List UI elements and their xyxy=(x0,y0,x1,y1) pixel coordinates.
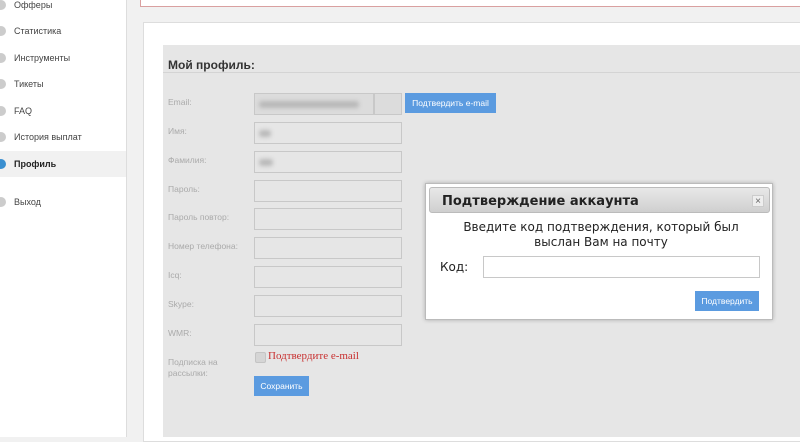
tools-icon xyxy=(0,53,6,63)
ticket-icon xyxy=(0,79,6,89)
page-title: Мой профиль: xyxy=(168,58,255,72)
confirm-email-note: Подтвердите e-mail xyxy=(268,350,359,362)
password-label: Пароль: xyxy=(168,184,200,194)
email-field[interactable] xyxy=(254,93,374,115)
subscription-label: Подписка на рассылки: xyxy=(168,357,218,378)
sidebar-item-label: FAQ xyxy=(14,106,33,116)
first-name-field[interactable] xyxy=(254,122,402,144)
sidebar-item-offers[interactable]: Офферы xyxy=(0,0,126,18)
modal-title: Подтверждение аккаунта xyxy=(442,194,639,209)
sidebar-item-logout[interactable]: Выход xyxy=(0,189,126,215)
offers-icon xyxy=(0,0,6,10)
wmr-field[interactable] xyxy=(254,324,402,346)
sidebar-item-label: Профиль xyxy=(14,159,57,169)
icq-label: Icq: xyxy=(168,270,182,280)
faq-icon xyxy=(0,106,6,116)
wmr-label: WMR: xyxy=(168,328,192,338)
sidebar-item-label: Офферы xyxy=(14,0,53,10)
confirm-button[interactable]: Подтвердить xyxy=(695,291,759,311)
confirm-account-modal: Подтверждение аккаунта × Введите код под… xyxy=(425,183,773,320)
logout-icon xyxy=(0,197,6,207)
password-field[interactable] xyxy=(254,180,402,202)
divider xyxy=(163,72,800,73)
confirm-email-button[interactable]: Подтвердить e-mail xyxy=(405,93,496,113)
password-repeat-label: Пароль повтор: xyxy=(168,212,230,222)
email-label: Email: xyxy=(168,97,192,107)
blurred-value xyxy=(259,101,359,108)
last-name-field[interactable] xyxy=(254,151,402,173)
history-icon xyxy=(0,132,6,142)
subscription-checkbox[interactable] xyxy=(255,352,266,363)
close-icon[interactable]: × xyxy=(752,195,764,207)
alert-box xyxy=(140,0,800,7)
password-repeat-field[interactable] xyxy=(254,208,402,230)
phone-label: Номер телефона: xyxy=(168,241,238,251)
skype-field[interactable] xyxy=(254,295,402,317)
sidebar-item-faq[interactable]: FAQ xyxy=(0,98,126,124)
sidebar-item-profile[interactable]: Профиль xyxy=(0,151,126,177)
last-name-label: Фамилия: xyxy=(168,155,207,165)
modal-header: Подтверждение аккаунта × xyxy=(429,187,770,213)
sidebar-item-label: Инструменты xyxy=(14,53,71,63)
modal-message: Введите код подтверждения, который был в… xyxy=(463,220,739,249)
blurred-value xyxy=(259,130,271,137)
phone-field[interactable] xyxy=(254,237,402,259)
save-button[interactable]: Сохранить xyxy=(254,376,309,396)
sidebar-item-tickets[interactable]: Тикеты xyxy=(0,71,126,97)
chart-icon xyxy=(0,26,6,36)
skype-label: Skype: xyxy=(168,299,194,309)
sidebar-item-payout-history[interactable]: История выплат xyxy=(0,124,126,150)
icq-field[interactable] xyxy=(254,266,402,288)
user-icon xyxy=(0,159,6,169)
sidebar: Офферы Статистика Инструменты Тикеты FAQ… xyxy=(0,0,127,437)
sidebar-item-label: Тикеты xyxy=(14,79,44,89)
code-input[interactable] xyxy=(483,256,760,278)
blurred-value xyxy=(259,159,273,166)
sidebar-item-label: Выход xyxy=(14,197,41,207)
sidebar-item-tools[interactable]: Инструменты xyxy=(0,45,126,71)
first-name-label: Имя: xyxy=(168,126,187,136)
sidebar-item-statistics[interactable]: Статистика xyxy=(0,18,126,44)
code-label: Код: xyxy=(440,260,469,274)
email-field-end xyxy=(374,93,402,115)
sidebar-item-label: История выплат xyxy=(14,132,82,142)
sidebar-item-label: Статистика xyxy=(14,26,62,36)
